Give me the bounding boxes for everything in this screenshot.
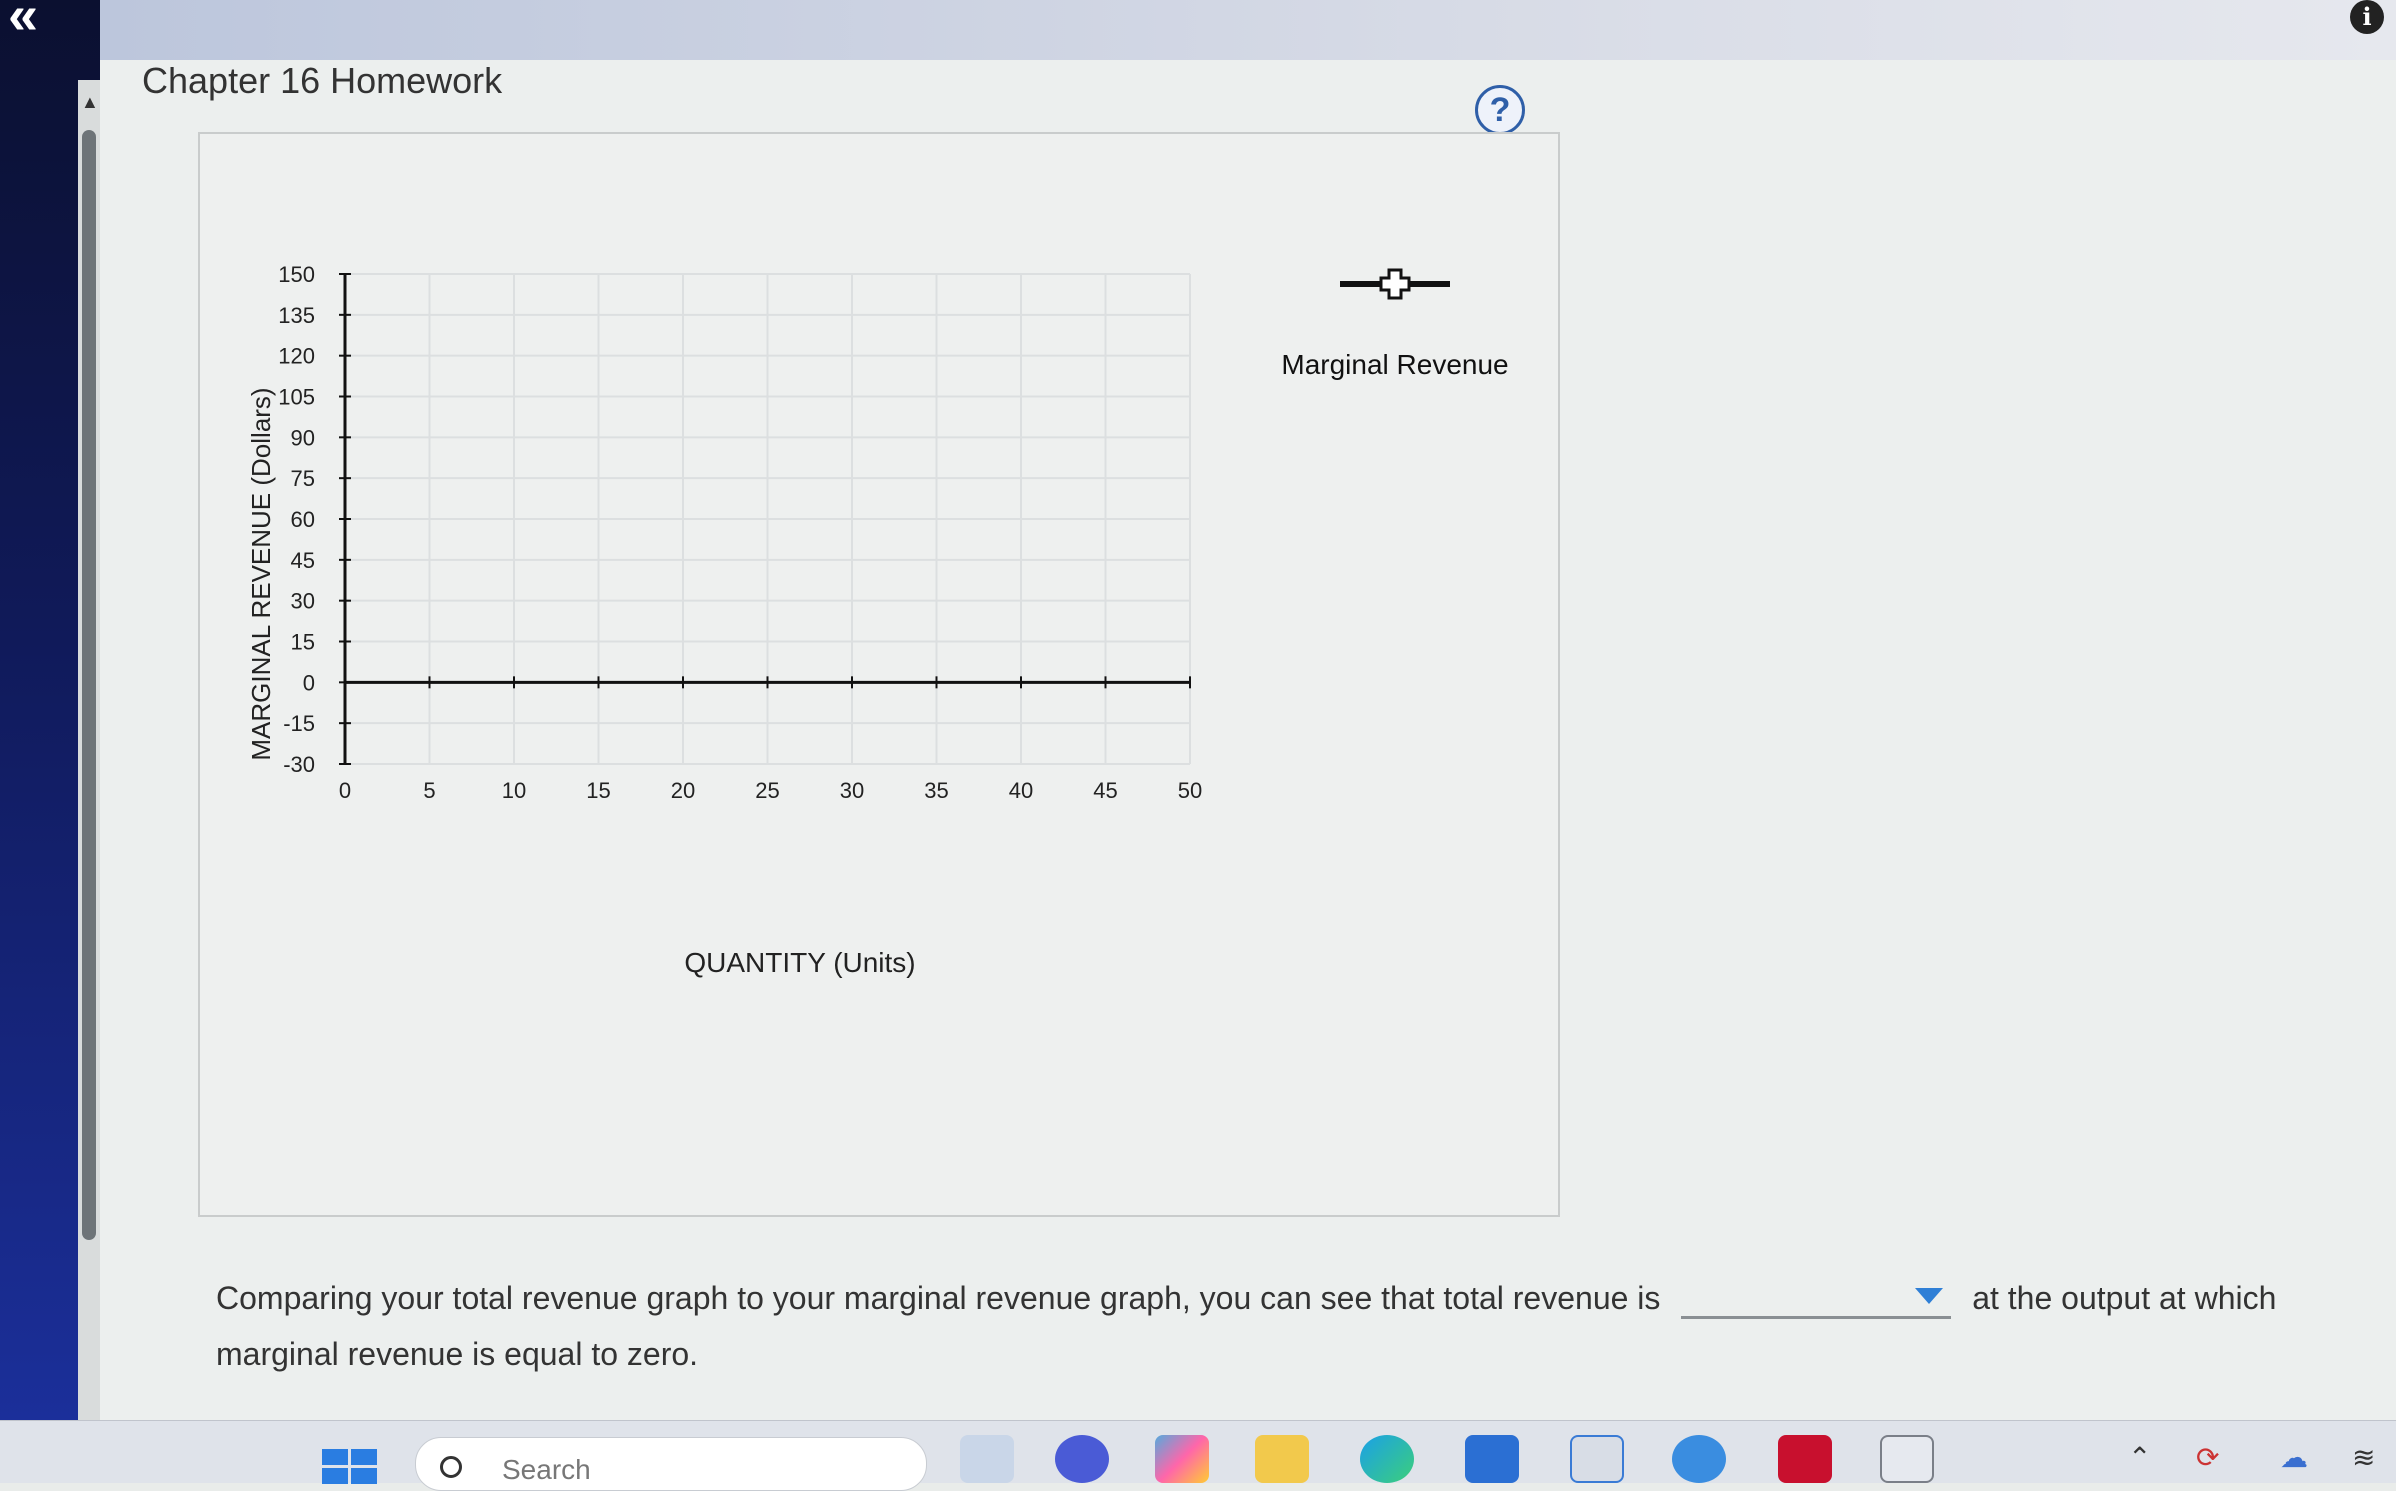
snipping-tool-icon[interactable] <box>1880 1435 1934 1483</box>
y-tick-label: 75 <box>291 466 315 491</box>
folder-icon[interactable] <box>1255 1435 1309 1483</box>
y-tick-label: 15 <box>291 630 315 655</box>
header-bar: i <box>100 0 2396 60</box>
y-tick-label: -15 <box>283 711 315 736</box>
x-tick-label: 5 <box>423 778 435 803</box>
x-tick-label: 15 <box>586 778 610 803</box>
page-title: Chapter 16 Homework <box>142 60 503 101</box>
y-tick-label: 120 <box>278 344 315 369</box>
windows-start-icon[interactable] <box>322 1449 378 1484</box>
plus-marker-icon <box>1379 268 1411 300</box>
y-ticks: 1501351201059075604530150-15-30 <box>278 262 351 777</box>
taskbar: Search ⌃ ⟳ ☁ ≋ <box>0 1420 2396 1491</box>
scroll-up-icon[interactable]: ▲ <box>81 92 99 113</box>
x-tick-label: 45 <box>1093 778 1117 803</box>
y-tick-label: 105 <box>278 385 315 410</box>
edge-icon[interactable] <box>1360 1435 1414 1483</box>
y-tick-label: 0 <box>303 670 315 695</box>
chart-grid <box>344 273 1191 765</box>
y-tick-label: -30 <box>283 752 315 777</box>
info-icon[interactable]: i <box>2350 0 2384 34</box>
video-call-icon[interactable] <box>1055 1435 1109 1483</box>
page-scrollbar[interactable]: ▲ ▼ <box>78 80 120 1420</box>
copilot-icon[interactable] <box>1155 1435 1209 1483</box>
y-tick-label: 150 <box>278 262 315 287</box>
y-tick-label: 60 <box>291 507 315 532</box>
chevron-down-icon[interactable] <box>1915 1288 1944 1305</box>
x-tick-label: 0 <box>339 778 351 803</box>
legend-label: Marginal Revenue <box>1281 349 1508 380</box>
x-axis-label: QUANTITY (Units) <box>684 947 915 978</box>
x-tick-label: 40 <box>1009 778 1033 803</box>
y-tick-label: 90 <box>291 425 315 450</box>
sync-icon[interactable]: ⟳ <box>2196 1441 2219 1474</box>
x-tick-label: 10 <box>502 778 526 803</box>
mcafee-shield-icon[interactable] <box>1778 1435 1832 1483</box>
store-icon[interactable] <box>1570 1435 1624 1483</box>
x-tick-label: 50 <box>1178 778 1202 803</box>
file-explorer-icon[interactable] <box>960 1435 1014 1483</box>
scrollbar-thumb[interactable] <box>82 130 96 1240</box>
x-tick-label: 25 <box>755 778 779 803</box>
cloud-icon[interactable]: ☁ <box>2280 1441 2308 1474</box>
mcafee-app-icon[interactable] <box>1465 1435 1519 1483</box>
taskbar-search[interactable]: Search <box>415 1437 927 1491</box>
search-placeholder: Search <box>502 1454 591 1485</box>
chevron-up-icon[interactable]: ⌃ <box>2128 1441 2151 1474</box>
legend[interactable]: Marginal Revenue <box>1281 268 1509 380</box>
total-revenue-dropdown[interactable] <box>1681 1282 1952 1320</box>
question-text-before: Comparing your total revenue graph to yo… <box>216 1280 1661 1316</box>
y-tick-label: 135 <box>278 303 315 328</box>
assignment-content: Chapter 16 Homework ? 0 5 10 15 20 25 30 35 40 45… <box>100 60 2396 1420</box>
question-text: Comparing your total revenue graph to yo… <box>216 1270 2316 1382</box>
marginal-revenue-chart[interactable]: 0 5 10 15 20 25 30 35 40 45 50 1501351201059075604… <box>200 134 1558 1215</box>
y-tick-label: 45 <box>291 548 315 573</box>
x-tick-label: 20 <box>671 778 695 803</box>
y-tick-label: 30 <box>291 589 315 614</box>
help-app-icon[interactable] <box>1672 1435 1726 1483</box>
x-tick-label: 30 <box>840 778 864 803</box>
graph-panel[interactable]: 0 5 10 15 20 25 30 35 40 45 50 150 135 120 105 90 75 60 4… <box>198 132 1560 1217</box>
wifi-icon[interactable]: ≋ <box>2352 1441 2375 1474</box>
collapse-sidebar-icon[interactable]: « <box>8 0 56 42</box>
help-icon[interactable]: ? <box>1475 85 1525 135</box>
x-tick-label: 35 <box>924 778 948 803</box>
x-ticks: 0 5 10 15 20 25 30 35 40 45 50 <box>339 676 1202 803</box>
y-axis-label: MARGINAL REVENUE (Dollars) <box>246 387 276 760</box>
search-icon <box>440 1456 462 1478</box>
